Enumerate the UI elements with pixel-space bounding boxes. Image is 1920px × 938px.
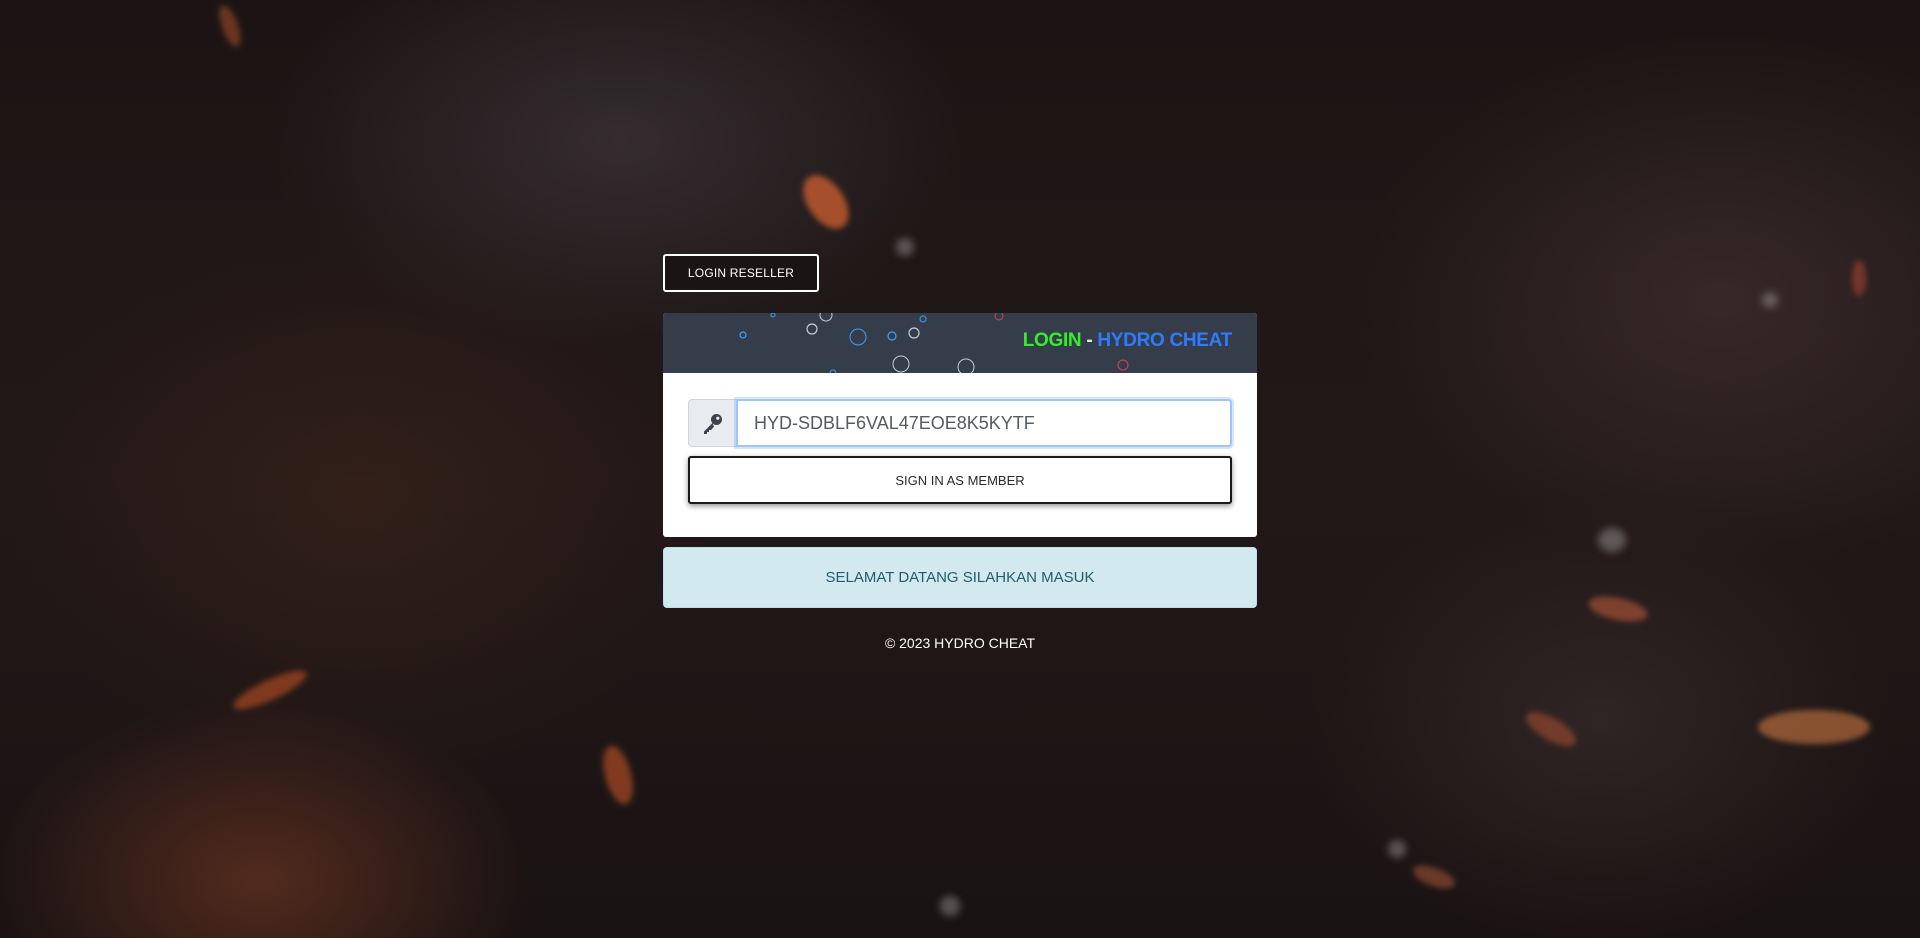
bokeh-decoration <box>1388 840 1406 858</box>
ember-decoration <box>1586 592 1650 626</box>
title-login-text: LOGIN <box>1022 330 1082 351</box>
ember-decoration <box>214 2 246 50</box>
bokeh-decoration <box>940 896 960 916</box>
title-brand-text: HYDRO CHEAT <box>1097 330 1232 351</box>
ember-decoration <box>1852 260 1866 296</box>
key-icon <box>688 399 736 447</box>
card-header: LOGIN - HYDRO CHEAT <box>663 313 1257 373</box>
ember-decoration <box>1410 861 1458 893</box>
sign-in-member-button[interactable]: SIGN IN AS MEMBER <box>688 456 1232 504</box>
login-reseller-button[interactable]: LOGIN RESELLER <box>663 254 819 292</box>
key-input-group <box>688 399 1232 447</box>
ember-decoration <box>597 742 639 808</box>
ember-decoration <box>1521 705 1581 753</box>
bokeh-decoration <box>1598 528 1626 552</box>
card-title: LOGIN - HYDRO CHEAT <box>1022 330 1233 352</box>
bokeh-decoration <box>1762 292 1778 308</box>
login-card: LOGIN - HYDRO CHEAT SIGN IN AS MEMBER <box>663 313 1257 537</box>
ember-decoration <box>794 167 858 237</box>
footer-copyright: © 2023 HYDRO CHEAT <box>884 635 1036 651</box>
welcome-alert: SELAMAT DATANG SILAHKAN MASUK <box>663 547 1257 608</box>
ember-decoration <box>1758 710 1870 744</box>
license-key-input[interactable] <box>736 399 1232 447</box>
ember-decoration <box>229 664 311 716</box>
title-separator: - <box>1081 330 1098 351</box>
bokeh-decoration <box>896 238 914 256</box>
